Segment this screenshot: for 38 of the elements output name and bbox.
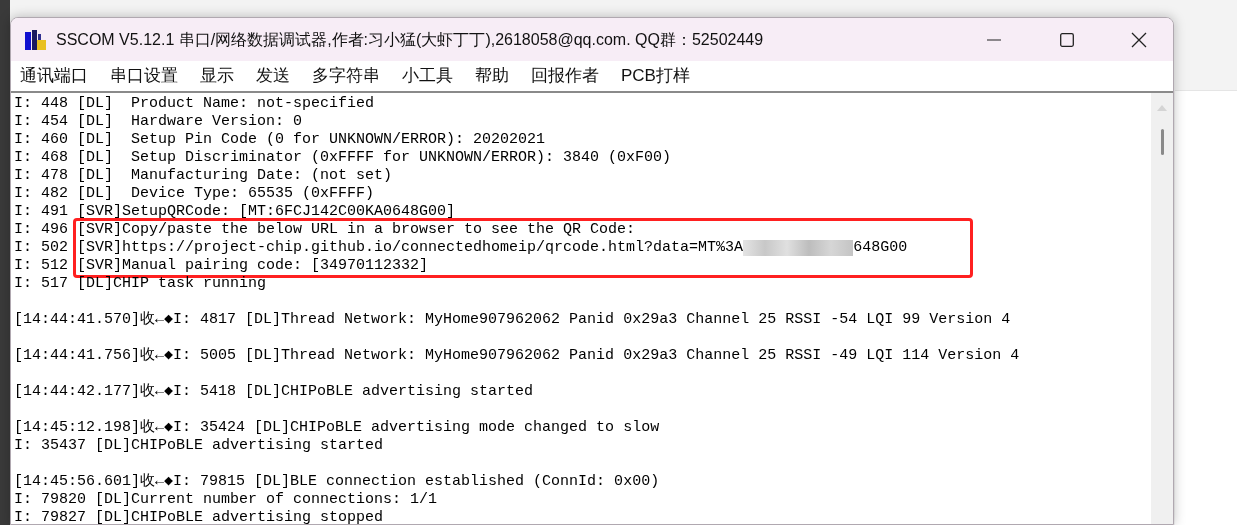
log-line: I: 448 [DL] Product Name: not-specified: [14, 95, 375, 113]
log-line: [14:44:42.177]收←◆I: 5418 [DL]CHIPoBLE advertising started: [14, 383, 534, 401]
scroll-thumb[interactable]: [1161, 129, 1164, 155]
window-title: SSCOM V5.12.1 串口/网络数据调试器,作者:习小猛(大虾丁丁),2618058@qq.com. QQ群：52502449: [56, 29, 764, 50]
log-line: [14:45:56.601]收←◆I: 79815 [DL]BLE connection established (ConnId: 0x00): [14, 473, 660, 491]
log-line: I: 482 [DL] Device Type: 65535 (0xFFFF): [14, 185, 375, 203]
scrollbar[interactable]: [1151, 93, 1173, 524]
log-line: I: 35437 [DL]CHIPoBLE advertising started: [14, 437, 384, 455]
log-line-prefix: I: 512: [14, 257, 69, 275]
close-icon[interactable]: [1131, 31, 1147, 48]
log-line: [SVR]Copy/paste the below URL in a browser to see the QR Code:: [77, 221, 636, 239]
menu-item[interactable]: 通讯端口: [20, 63, 88, 89]
log-line: I: 468 [DL] Setup Discriminator (0xFFFF for UNKNOWN/ERROR): 3840 (0xF00): [14, 149, 672, 167]
log-line: [14:45:12.198]收←◆I: 35424 [DL]CHIPoBLE advertising mode changed to slow: [14, 419, 660, 437]
app-icon: [24, 27, 48, 52]
log-line: I: 79820 [DL]Current number of connections: 1/1: [14, 491, 438, 509]
maximize-icon[interactable]: [1060, 32, 1074, 47]
menu-item[interactable]: 发送: [256, 63, 290, 89]
menu-item[interactable]: 多字符串: [312, 63, 380, 89]
log-line: I: 517 [DL]CHIP task running: [14, 275, 267, 293]
log-line: I: 460 [DL] Setup Pin Code (0 for UNKNOWN/ERROR): 20202021: [14, 131, 546, 149]
log-line: I: 79827 [DL]CHIPoBLE advertising stopped: [14, 509, 384, 524]
menu-item[interactable]: PCB打样: [621, 63, 690, 89]
log-line: I: 454 [DL] Hardware Version: 0: [14, 113, 303, 131]
log-line: 648G00: [853, 239, 908, 257]
menu-item[interactable]: 串口设置: [110, 63, 178, 89]
log-line: I: 478 [DL] Manufacturing Date: (not set): [14, 167, 393, 185]
menu-item[interactable]: 显示: [200, 63, 234, 89]
menu-item[interactable]: 小工具: [402, 63, 453, 89]
log-line: I: 491 [SVR]SetupQRCode: [MT:6FCJ142C00KA0648G00]: [14, 203, 456, 221]
log-line-prefix: I: 496: [14, 221, 69, 239]
log-line: [14:44:41.570]收←◆I: 4817 [DL]Thread Network: MyHome907962062 Panid 0x29a3 Channel 25 RSSI -54 LQI 99 Version 4: [14, 311, 1011, 329]
log-line: [14:44:41.756]收←◆I: 5005 [DL]Thread Network: MyHome907962062 Panid 0x29a3 Channel 25 RSSI -49 LQI 114 Version 4: [14, 347, 1020, 365]
log-line-prefix: I: 502: [14, 239, 69, 257]
menu-item[interactable]: 回报作者: [531, 63, 599, 89]
log-line: [SVR]Manual pairing code: [34970112332]: [77, 257, 429, 275]
menu-item[interactable]: 帮助: [475, 63, 509, 89]
log-line: [SVR]https://project-chip.github.io/connectedhomeip/qrcode.html?data=MT%3A: [77, 239, 744, 257]
